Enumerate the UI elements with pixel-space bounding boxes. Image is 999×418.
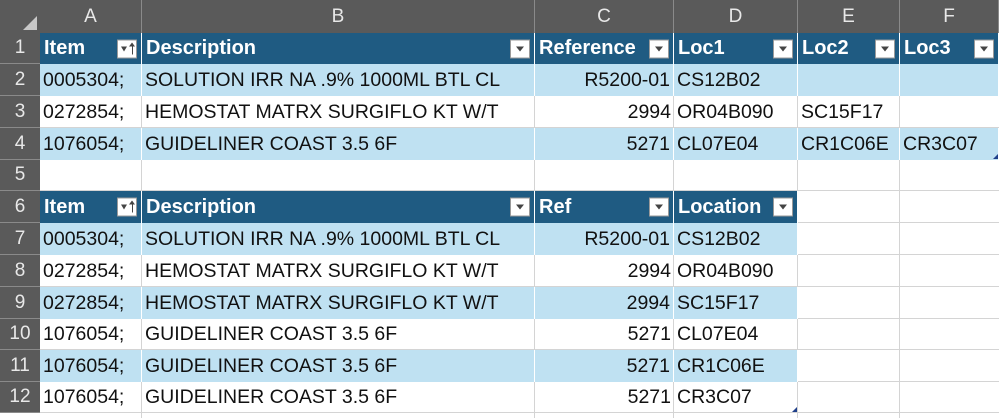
row-header-8[interactable]: 8	[0, 255, 40, 287]
table2-cell[interactable]: CS12B02	[674, 223, 798, 255]
table1-header-label: Description	[146, 37, 257, 59]
column-header-d[interactable]: D	[674, 0, 798, 33]
table2-cell[interactable]: CR1C06E	[674, 350, 798, 382]
table2-header-label: Description	[146, 195, 257, 218]
row-header-2[interactable]: 2	[0, 64, 40, 96]
table2-cell[interactable]: 1076054;	[40, 382, 142, 413]
filter-dropdown-icon[interactable]	[773, 39, 793, 58]
column-header-e[interactable]: E	[798, 0, 900, 33]
table2-cell[interactable]: 5271	[535, 319, 674, 350]
table1-header-item[interactable]: Item	[40, 33, 142, 64]
filter-dropdown-icon[interactable]	[875, 39, 895, 58]
table1-header-loc1[interactable]: Loc1	[674, 33, 798, 64]
select-all-corner[interactable]	[0, 0, 40, 33]
table1-cell[interactable]: R5200-01	[535, 64, 674, 96]
table2-cell[interactable]: 2994	[535, 287, 674, 319]
table1-cell[interactable]	[900, 96, 999, 128]
table2-header-ref[interactable]: Ref	[535, 191, 674, 223]
table2-cell[interactable]: HEMOSTAT MATRX SURGIFLO KT W/T	[142, 255, 535, 287]
table2-cell[interactable]: SC15F17	[674, 287, 798, 319]
table1-header-reference[interactable]: Reference	[535, 33, 674, 64]
table1-cell[interactable]	[798, 64, 900, 96]
table2-cell[interactable]: 0272854;	[40, 287, 142, 319]
sort-filter-button-icon[interactable]	[117, 39, 137, 58]
table2-cell[interactable]: OR04B090	[674, 255, 798, 287]
table1-cell[interactable]: SC15F17	[798, 96, 900, 128]
table2-header-label: Item	[44, 195, 86, 218]
column-header-f[interactable]: F	[900, 0, 999, 33]
row-header-12[interactable]: 12	[0, 382, 40, 413]
table1-header-loc2[interactable]: Loc2	[798, 33, 900, 64]
row-header-1[interactable]: 1	[0, 33, 40, 64]
table2-cell[interactable]: 2994	[535, 255, 674, 287]
row-header-11[interactable]: 11	[0, 350, 40, 382]
table1-header-loc3[interactable]: Loc3	[900, 33, 999, 64]
filter-dropdown-icon[interactable]	[773, 197, 793, 217]
filter-dropdown-icon[interactable]	[974, 39, 994, 58]
table1-cell[interactable]: 0272854;	[40, 96, 142, 128]
table2-header-location[interactable]: Location	[674, 191, 798, 223]
table1-header-label: Loc1	[678, 37, 725, 59]
table1-cell[interactable]: CS12B02	[674, 64, 798, 96]
select-all-triangle-icon	[23, 16, 37, 30]
table1-cell[interactable]: OR04B090	[674, 96, 798, 128]
table1-cell[interactable]: GUIDELINER COAST 3.5 6F	[142, 128, 535, 160]
table2-cell[interactable]: CL07E04	[674, 319, 798, 350]
row-header-10[interactable]: 10	[0, 319, 40, 350]
table2-cell[interactable]: CR3C07	[674, 382, 798, 413]
table2-cell[interactable]: SOLUTION IRR NA .9% 1000ML BTL CL	[142, 223, 535, 255]
table2-cell[interactable]: 1076054;	[40, 319, 142, 350]
table2-header-label: Ref	[539, 195, 572, 218]
row-header-3[interactable]: 3	[0, 96, 40, 128]
table2-cell[interactable]: 0005304;	[40, 223, 142, 255]
table1-header-label: Loc3	[904, 37, 951, 59]
table2-cell[interactable]: 5271	[535, 382, 674, 413]
column-header-b[interactable]: B	[142, 0, 535, 33]
table2-header-description[interactable]: Description	[142, 191, 535, 223]
row-header-5[interactable]: 5	[0, 160, 40, 191]
table1-header-label: Loc2	[802, 37, 849, 59]
row-header-6[interactable]: 6	[0, 191, 40, 223]
table1-cell[interactable]: 5271	[535, 128, 674, 160]
table2-cell[interactable]: GUIDELINER COAST 3.5 6F	[142, 319, 535, 350]
row-header-7[interactable]: 7	[0, 223, 40, 255]
table2-header-item[interactable]: Item	[40, 191, 142, 223]
sort-filter-button-icon[interactable]	[117, 197, 137, 217]
table2-cell[interactable]: GUIDELINER COAST 3.5 6F	[142, 382, 535, 413]
row-header-9[interactable]: 9	[0, 287, 40, 319]
table1-cell[interactable]: CR3C07	[900, 128, 999, 160]
table1-cell[interactable]: 0005304;	[40, 64, 142, 96]
table1-header-label: Item	[44, 37, 86, 59]
table2-header-label: Location	[678, 195, 762, 218]
table2-cell[interactable]: GUIDELINER COAST 3.5 6F	[142, 350, 535, 382]
table1-cell[interactable]	[900, 64, 999, 96]
table2-cell[interactable]: R5200-01	[535, 223, 674, 255]
filter-dropdown-icon[interactable]	[510, 197, 530, 217]
table2-cell[interactable]: 5271	[535, 350, 674, 382]
table1-header-description[interactable]: Description	[142, 33, 535, 64]
table1-header-label: Reference	[539, 37, 636, 59]
filter-dropdown-icon[interactable]	[649, 39, 669, 58]
filter-dropdown-icon[interactable]	[649, 197, 669, 217]
column-header-a[interactable]: A	[40, 0, 142, 33]
table1-cell[interactable]: 2994	[535, 96, 674, 128]
table2-cell[interactable]: 0272854;	[40, 255, 142, 287]
filter-dropdown-icon[interactable]	[510, 39, 530, 58]
table1-cell[interactable]: SOLUTION IRR NA .9% 1000ML BTL CL	[142, 64, 535, 96]
spreadsheet-grid: A B C D E F 1 2 3 4 5 6 7 8 9 10 11 12 Item Description Refe…	[0, 0, 999, 418]
table1-cell[interactable]: HEMOSTAT MATRX SURGIFLO KT W/T	[142, 96, 535, 128]
row-header-4[interactable]: 4	[0, 128, 40, 160]
table1-cell[interactable]: CL07E04	[674, 128, 798, 160]
table2-cell[interactable]: HEMOSTAT MATRX SURGIFLO KT W/T	[142, 287, 535, 319]
table2-resize-handle-icon[interactable]	[792, 407, 797, 412]
table1-cell[interactable]: 1076054;	[40, 128, 142, 160]
column-header-c[interactable]: C	[535, 0, 674, 33]
table1-resize-handle-icon[interactable]	[993, 154, 998, 159]
table1-cell[interactable]: CR1C06E	[798, 128, 900, 160]
table2-cell[interactable]: 1076054;	[40, 350, 142, 382]
